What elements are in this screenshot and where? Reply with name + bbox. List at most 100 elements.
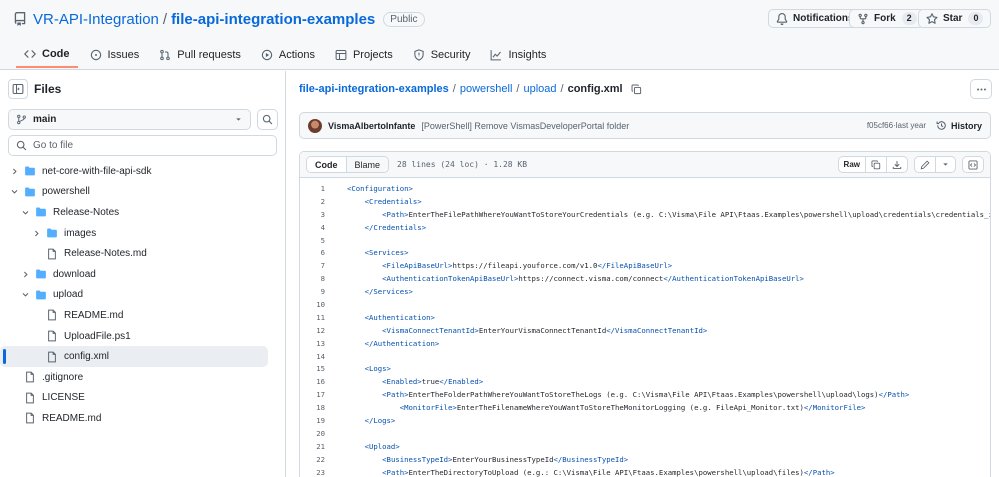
tree-file-item[interactable]: LICENSE [0,388,286,409]
line-number[interactable]: 9 [300,287,347,296]
avatar[interactable] [308,118,322,133]
line-number[interactable]: 4 [300,223,347,232]
repo-name-link[interactable]: file-api-integration-examples [171,11,375,28]
tree-file-item[interactable]: README.md [0,408,286,429]
history-button[interactable]: History [936,120,982,131]
history-icon [936,121,946,130]
breadcrumb-upload-link[interactable]: upload [523,83,556,95]
line-number[interactable]: 15 [300,364,347,373]
chevron-down-icon[interactable] [19,208,31,217]
more-options-button[interactable] [970,79,992,99]
code-view-button[interactable]: Code [307,157,347,172]
star-button[interactable]: Star 0 [918,9,992,28]
chevron-right-icon[interactable] [30,229,42,238]
code-viewer[interactable]: 1 <Configuration> 2 <Credentials> 3 <Path> E… [300,178,990,477]
commit-message-link[interactable]: [PowerShell] Remove VismasDeveloperPorta… [421,121,629,131]
line-number[interactable]: 18 [300,403,347,412]
collapse-sidebar-button[interactable] [8,79,28,99]
breadcrumb-repo-link[interactable]: file-api-integration-examples [299,83,449,95]
file-header: Code Blame 28 lines (24 loc) · 1.28 KB R… [300,152,990,178]
tree-file-item[interactable]: README.md [0,305,286,326]
edit-dropdown-button[interactable] [936,157,955,172]
line-number[interactable]: 20 [300,429,347,438]
xml-open-tag: <VismaConnectTenantId> [382,325,479,335]
tab-projects[interactable]: Projects [327,41,401,68]
tab-security[interactable]: Security [405,41,479,68]
code-line: 6 <Services> [300,246,990,259]
commit-sha-link[interactable]: f05cf66 [867,121,893,130]
tree-folder-item[interactable]: images [0,223,286,244]
xml-close-tag: </Path> [803,467,835,477]
go-to-file-input[interactable]: Go to file [8,135,277,156]
download-raw-button[interactable] [887,157,907,172]
tree-folder-item[interactable]: upload [0,285,286,306]
symbols-group [962,156,984,173]
tree-file-item[interactable]: config.xml [0,346,268,367]
tree-file-item[interactable]: .gitignore [0,367,286,388]
copy-path-button[interactable] [631,84,642,95]
line-number[interactable]: 1 [300,184,347,193]
line-number[interactable]: 14 [300,352,347,361]
chevron-down-icon[interactable] [8,187,20,196]
line-number[interactable]: 19 [300,416,347,425]
code-line: 10 [300,298,990,311]
tab-pull-requests[interactable]: Pull requests [151,41,249,68]
tree-folder-item[interactable]: download [0,264,286,285]
line-number[interactable]: 2 [300,197,347,206]
tab-code[interactable]: Code [16,41,78,68]
branch-icon [17,114,26,125]
xml-close-tag: </VismaConnectTenantId> [606,325,708,335]
tree-item-label: net-core-with-file-api-sdk [42,165,152,177]
breadcrumb-powershell-link[interactable]: powershell [460,83,513,95]
raw-button[interactable]: Raw [839,157,866,172]
breadcrumb-separator: / [452,83,456,95]
edit-file-button[interactable] [915,157,936,172]
blame-view-button[interactable]: Blame [346,157,389,172]
line-number[interactable]: 12 [300,326,347,335]
line-number[interactable]: 21 [300,442,347,451]
tab-issues[interactable]: Issues [82,41,148,68]
line-number[interactable]: 22 [300,455,347,464]
line-number[interactable]: 6 [300,248,347,257]
fork-button[interactable]: Fork 2 [849,9,925,28]
notifications-button[interactable]: Notifications [768,9,862,28]
line-number[interactable]: 17 [300,390,347,399]
breadcrumb-separator: / [516,83,520,95]
line-number[interactable]: 13 [300,339,347,348]
symbols-panel-button[interactable] [963,157,983,172]
line-number[interactable]: 23 [300,468,347,477]
tree-folder-item[interactable]: powershell [0,182,286,203]
chevron-right-icon[interactable] [19,270,31,279]
tab-actions[interactable]: Actions [253,41,323,68]
branch-selector[interactable]: main [8,109,251,130]
tree-folder-item[interactable]: Release-Notes [0,202,286,223]
tree-item-label: Release-Notes [53,206,120,218]
tree-file-item[interactable]: Release-Notes.md [0,243,286,264]
line-number[interactable]: 5 [300,236,347,245]
tree-file-item[interactable]: UploadFile.ps1 [0,326,286,347]
fork-count: 2 [901,12,917,25]
chevron-right-icon[interactable] [8,167,20,176]
line-number[interactable]: 7 [300,261,347,270]
copy-raw-button[interactable] [866,157,887,172]
xml-close-tag: </BusinessTypeId> [553,454,629,464]
code-line: 18 <MonitorFile> EnterTheFilenameWhereYou… [300,401,990,414]
commit-author-link[interactable]: VismaAlbertoInfante [328,121,415,131]
tree-item-label: README.md [64,309,124,321]
line-number[interactable]: 11 [300,313,347,322]
line-number[interactable]: 3 [300,210,347,219]
tree-folder-item[interactable]: net-core-with-file-api-sdk [0,161,286,182]
repo-owner-link[interactable]: VR-API-Integration [33,11,159,28]
edit-actions-group [914,156,956,173]
tab-insights[interactable]: Insights [482,41,554,68]
line-number[interactable]: 10 [300,300,347,309]
chevron-down-icon[interactable] [19,290,31,299]
line-number[interactable]: 8 [300,274,347,283]
code-line: 1 <Configuration> [300,182,990,195]
file-content-box: Code Blame 28 lines (24 loc) · 1.28 KB R… [299,151,991,477]
search-files-button[interactable] [257,109,278,130]
line-number[interactable]: 16 [300,377,347,386]
